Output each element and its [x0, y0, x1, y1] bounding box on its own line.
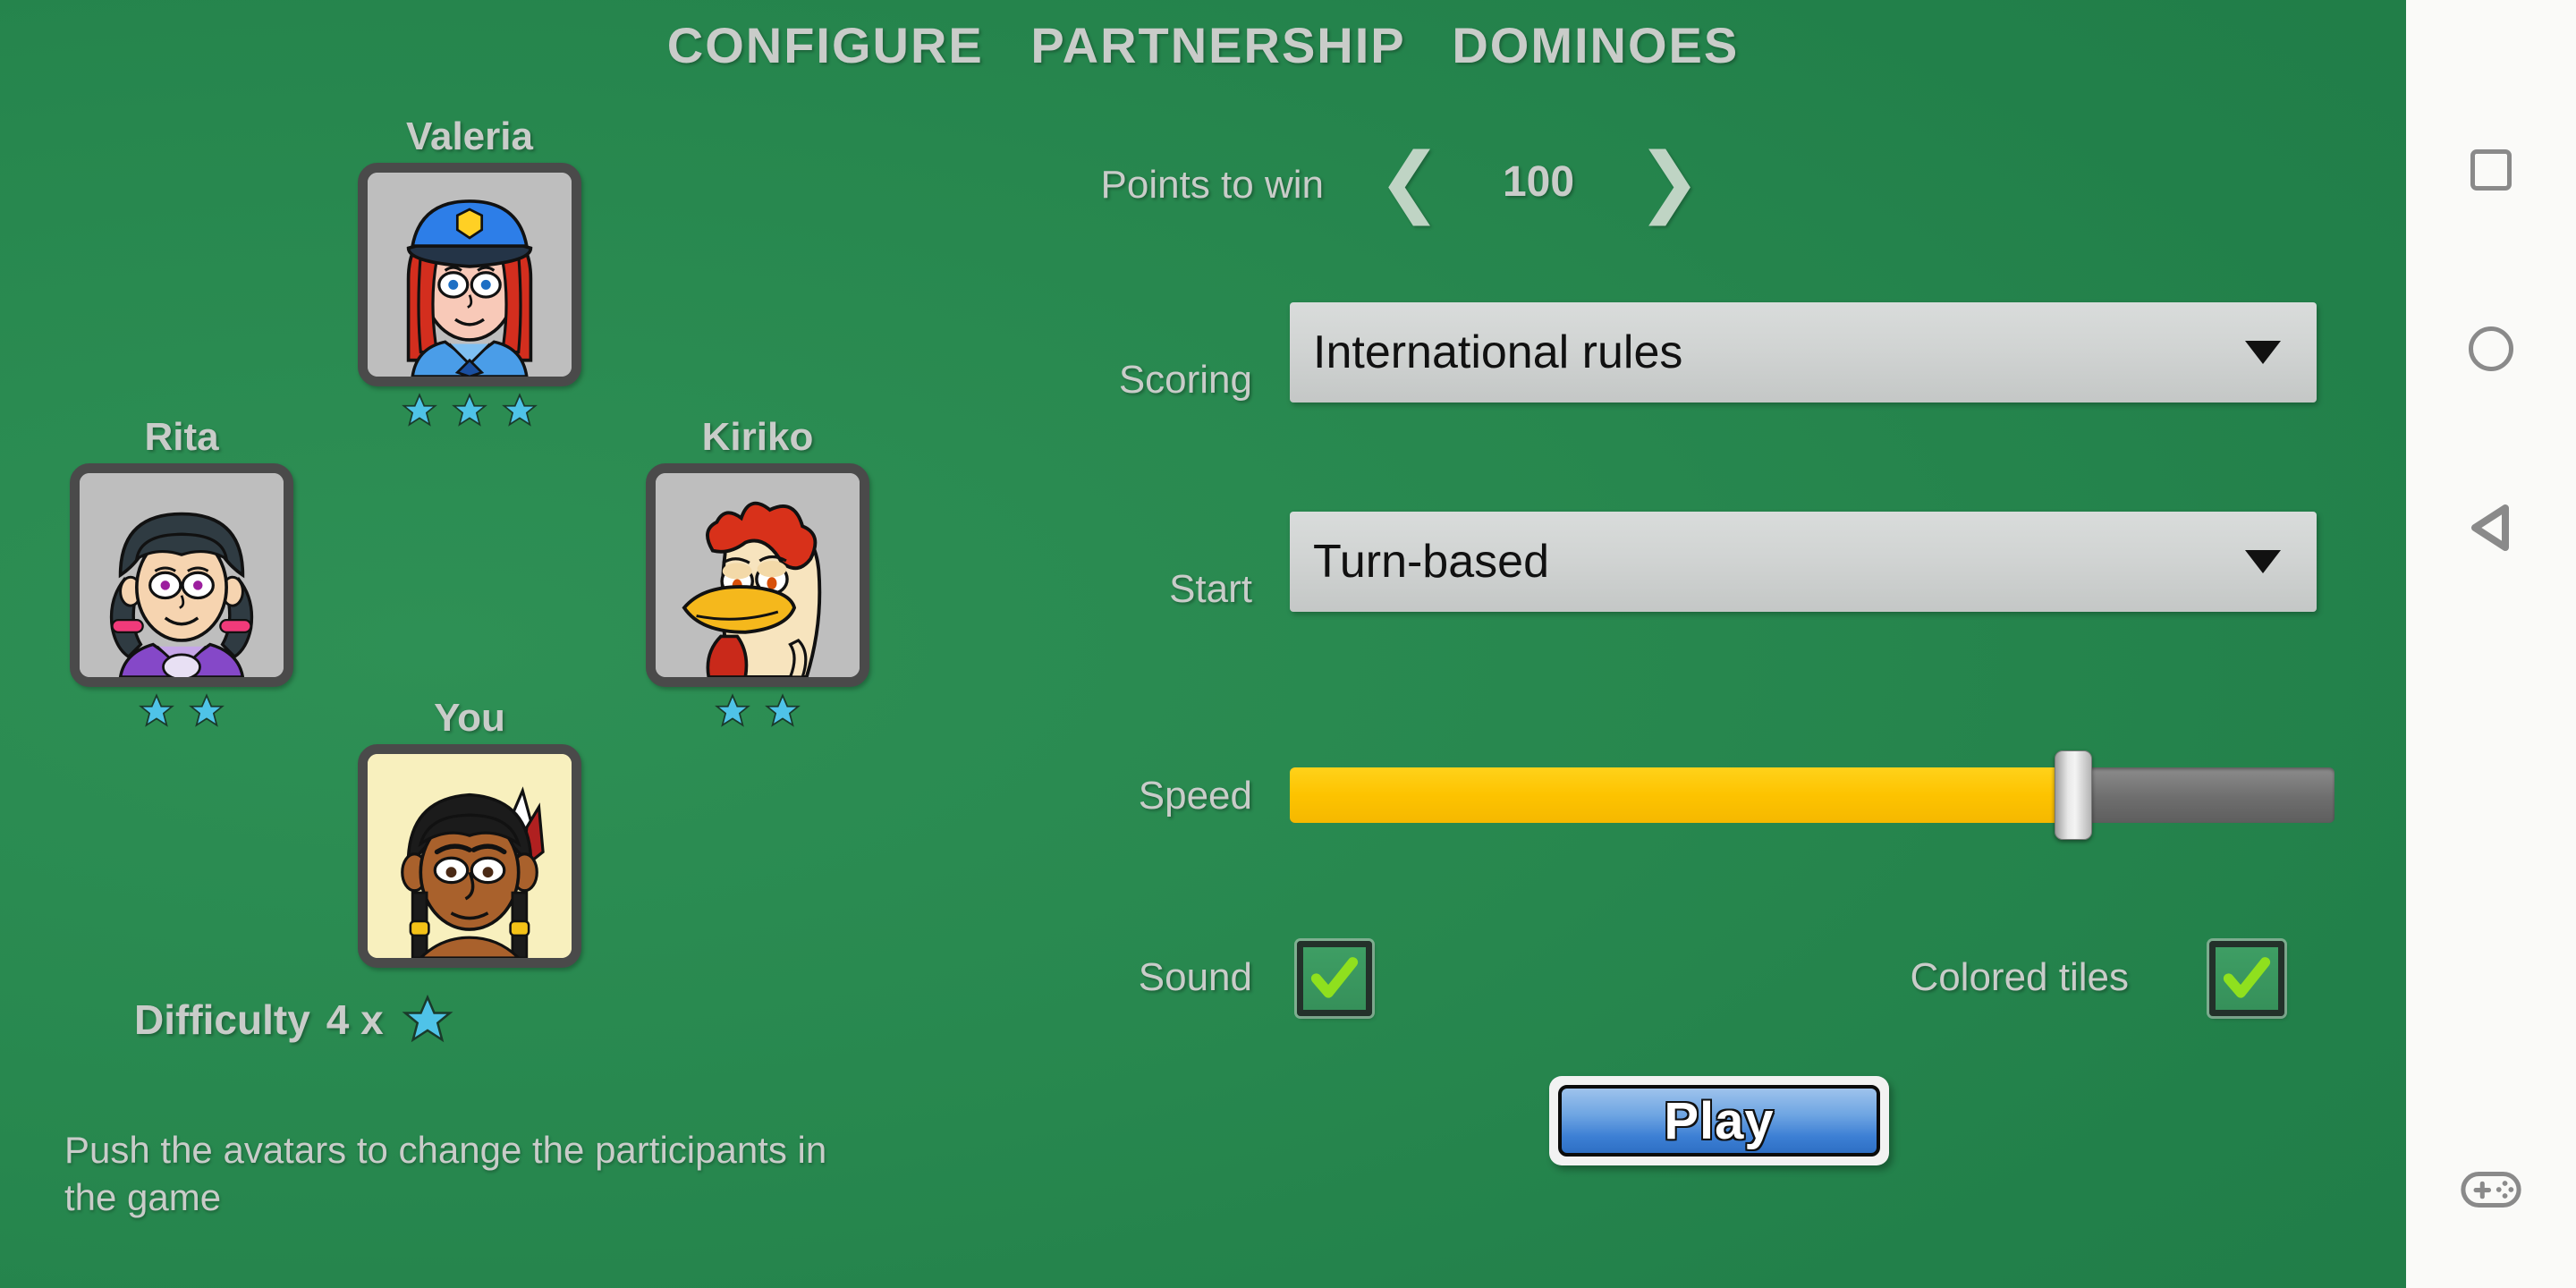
android-navigation-bar: [2406, 0, 2576, 1288]
player-card-you[interactable]: You: [358, 696, 581, 969]
rating-stars-kiriko: [646, 692, 869, 730]
player-name-rita: Rita: [144, 415, 219, 459]
start-label: Start: [1169, 567, 1252, 611]
play-button-inner: Play: [1558, 1085, 1880, 1157]
chevron-down-icon: [2245, 341, 2281, 364]
hint-text: Push the avatars to change the participa…: [64, 1129, 827, 1218]
start-value: Turn-based: [1313, 536, 1549, 588]
player-card-rita[interactable]: Rita: [70, 415, 293, 730]
rating-stars-valeria: [358, 392, 581, 429]
speed-slider[interactable]: [1290, 750, 2334, 840]
back-button[interactable]: [2406, 474, 2576, 581]
colored-tiles-label: Colored tiles: [1910, 955, 2129, 999]
game-configuration-screen: CONFIGURE PARTNERSHIP DOMINOES Valeria R…: [0, 0, 2406, 1288]
recents-square-icon: [2470, 149, 2512, 191]
speed-slider-fill: [1290, 767, 2073, 823]
avatar-valeria[interactable]: [358, 163, 581, 387]
police-officer-avatar: [368, 173, 572, 377]
home-button[interactable]: [2406, 295, 2576, 402]
check-icon: [2223, 957, 2271, 998]
player-card-kiriko[interactable]: Kiriko: [646, 415, 869, 730]
sound-label: Sound: [1138, 955, 1252, 999]
points-to-win-value: 100: [1502, 158, 1575, 206]
chevron-down-icon: [2245, 550, 2281, 573]
star-icon: [502, 393, 538, 427]
back-triangle-icon: [2471, 504, 2509, 551]
difficulty-row: Difficulty 4 x: [134, 993, 689, 1046]
player-name-you: You: [434, 696, 505, 740]
recents-button[interactable]: [2406, 116, 2576, 224]
start-dropdown[interactable]: Turn-based: [1290, 512, 2317, 612]
player-card-valeria[interactable]: Valeria: [358, 114, 581, 429]
play-button[interactable]: Play: [1549, 1076, 1889, 1165]
star-icon: [402, 994, 453, 1043]
avatar-kiriko[interactable]: [646, 463, 869, 688]
page-title: CONFIGURE PARTNERSHIP DOMINOES: [666, 17, 1740, 73]
rating-stars-rita: [70, 692, 293, 730]
rooster-avatar: [656, 473, 860, 678]
speed-label: Speed: [1138, 774, 1252, 818]
star-icon: [452, 393, 487, 427]
scoring-label: Scoring: [1118, 358, 1252, 402]
star-icon: [401, 393, 437, 427]
points-to-win-label: Points to win: [1100, 163, 1324, 207]
star-icon: [189, 693, 225, 727]
native-american-avatar: [368, 754, 572, 959]
braided-girl-avatar: [80, 473, 284, 678]
check-icon: [1310, 957, 1359, 998]
difficulty-value: 4 x: [326, 996, 384, 1043]
star-icon: [138, 693, 174, 727]
difficulty-label: Difficulty: [134, 996, 310, 1043]
star-icon: [765, 693, 801, 727]
player-name-kiriko: Kiriko: [701, 415, 814, 459]
scoring-value: International rules: [1313, 326, 1683, 378]
speed-slider-thumb[interactable]: [2055, 750, 2092, 840]
home-circle-icon: [2469, 326, 2513, 371]
chevron-right-icon[interactable]: ❯: [1637, 143, 1701, 220]
colored-tiles-checkbox[interactable]: [2209, 941, 2284, 1016]
screen: CONFIGURE PARTNERSHIP DOMINOES Valeria R…: [0, 0, 2576, 1288]
gamepad-icon: [2461, 1171, 2521, 1208]
sound-checkbox[interactable]: [1297, 941, 1372, 1016]
avatar-rita[interactable]: [70, 463, 293, 688]
scoring-dropdown[interactable]: International rules: [1290, 302, 2317, 402]
game-tools-button[interactable]: [2406, 1136, 2576, 1243]
play-button-label: Play: [1664, 1091, 1775, 1150]
player-name-valeria: Valeria: [406, 114, 533, 158]
points-to-win-row: Points to win ❮ 100 ❯: [930, 143, 1702, 242]
avatar-you[interactable]: [358, 744, 581, 969]
star-icon: [714, 693, 750, 727]
